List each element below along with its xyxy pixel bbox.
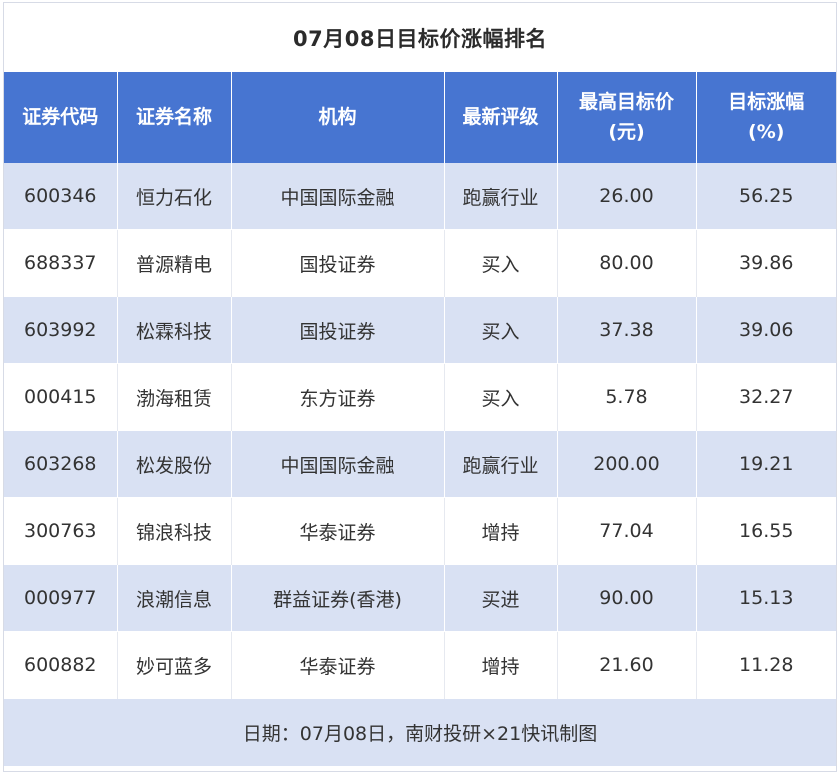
table-row: 600346 恒力石化 中国国际金融 跑赢行业 26.00 56.25	[4, 163, 836, 230]
cell-org: 中国国际金融	[231, 430, 445, 498]
cell-code: 000415	[4, 363, 118, 431]
table-row: 688337 普源精电 国投证券 买入 80.00 39.86	[4, 229, 836, 297]
table-row: 600882 妙可蓝多 华泰证券 增持 21.60 11.28	[4, 631, 836, 699]
cell-code: 688337	[4, 229, 118, 297]
cell-name: 松霖科技	[117, 296, 232, 364]
table-row: 000977 浪潮信息 群益证券(香港) 买进 90.00 15.13	[4, 564, 836, 632]
cell-name: 普源精电	[117, 229, 232, 297]
cell-name: 妙可蓝多	[117, 631, 232, 699]
header-name-label: 证券名称	[135, 105, 212, 128]
cell-code: 600882	[4, 631, 118, 699]
header-upside-label: 目标涨幅	[728, 91, 805, 114]
header-name: 证券名称	[117, 72, 232, 163]
cell-price: 200.00	[557, 430, 697, 498]
table-footer-note: 日期：07月08日，南财投研×21快讯制图	[4, 699, 836, 766]
cell-org: 群益证券(香港)	[231, 564, 445, 632]
table-header: 证券代码 证券名称 机构 最新评级 最高目标价 (元) 目标涨幅 (%)	[4, 72, 836, 163]
header-org: 机构	[231, 72, 445, 163]
table-row: 603268 松发股份 中国国际金融 跑赢行业 200.00 19.21	[4, 430, 836, 498]
cell-upside: 11.28	[696, 631, 836, 699]
cell-rating: 增持	[444, 497, 558, 565]
cell-rating: 增持	[444, 631, 558, 699]
header-upside-unit: (%)	[748, 120, 785, 143]
cell-price: 26.00	[557, 163, 697, 230]
table-title: 07月08日目标价涨幅排名	[293, 26, 547, 51]
cell-code: 000977	[4, 564, 118, 632]
cell-org: 华泰证券	[231, 631, 445, 699]
cell-name: 渤海租赁	[117, 363, 232, 431]
table-body: 600346 恒力石化 中国国际金融 跑赢行业 26.00 56.25 6883…	[4, 163, 836, 699]
cell-upside: 56.25	[696, 163, 836, 230]
header-row: 证券代码 证券名称 机构 最新评级 最高目标价 (元) 目标涨幅 (%)	[4, 72, 836, 163]
cell-upside: 16.55	[696, 497, 836, 565]
cell-rating: 跑赢行业	[444, 430, 558, 498]
cell-rating: 买入	[444, 363, 558, 431]
header-rating-label: 最新评级	[462, 105, 539, 128]
cell-rating: 跑赢行业	[444, 163, 558, 230]
cell-code: 603992	[4, 296, 118, 364]
cell-price: 21.60	[557, 631, 697, 699]
cell-name: 锦浪科技	[117, 497, 232, 565]
cell-upside: 39.86	[696, 229, 836, 297]
cell-price: 37.38	[557, 296, 697, 364]
cell-price: 77.04	[557, 497, 697, 565]
cell-upside: 15.13	[696, 564, 836, 632]
cell-name: 松发股份	[117, 430, 232, 498]
cell-upside: 32.27	[696, 363, 836, 431]
cell-org: 东方证券	[231, 363, 445, 431]
cell-name: 浪潮信息	[117, 564, 232, 632]
cell-org: 华泰证券	[231, 497, 445, 565]
ranking-table: 证券代码 证券名称 机构 最新评级 最高目标价 (元) 目标涨幅 (%) 600…	[4, 72, 836, 699]
cell-upside: 19.21	[696, 430, 836, 498]
cell-price: 80.00	[557, 229, 697, 297]
cell-org: 中国国际金融	[231, 163, 445, 230]
header-price-label: 最高目标价	[578, 91, 674, 114]
cell-org: 国投证券	[231, 296, 445, 364]
ranking-table-card: 07月08日目标价涨幅排名 证券代码 证券名称 机构 最新评级 最高目标价 (元…	[3, 2, 837, 772]
header-code: 证券代码	[4, 72, 118, 163]
header-upside: 目标涨幅 (%)	[696, 72, 836, 163]
header-rating: 最新评级	[444, 72, 558, 163]
cell-price: 5.78	[557, 363, 697, 431]
table-row: 603992 松霖科技 国投证券 买入 37.38 39.06	[4, 296, 836, 364]
header-price-unit: (元)	[608, 120, 645, 143]
table-row: 300763 锦浪科技 华泰证券 增持 77.04 16.55	[4, 497, 836, 565]
cell-upside: 39.06	[696, 296, 836, 364]
cell-rating: 买入	[444, 296, 558, 364]
cell-code: 600346	[4, 163, 118, 230]
header-price: 最高目标价 (元)	[557, 72, 697, 163]
cell-org: 国投证券	[231, 229, 445, 297]
header-org-label: 机构	[318, 105, 357, 128]
cell-code: 603268	[4, 430, 118, 498]
cell-rating: 买入	[444, 229, 558, 297]
header-code-label: 证券代码	[22, 105, 99, 128]
table-row: 000415 渤海租赁 东方证券 买入 5.78 32.27	[4, 363, 836, 431]
cell-code: 300763	[4, 497, 118, 565]
cell-rating: 买进	[444, 564, 558, 632]
cell-name: 恒力石化	[117, 163, 232, 230]
cell-price: 90.00	[557, 564, 697, 632]
